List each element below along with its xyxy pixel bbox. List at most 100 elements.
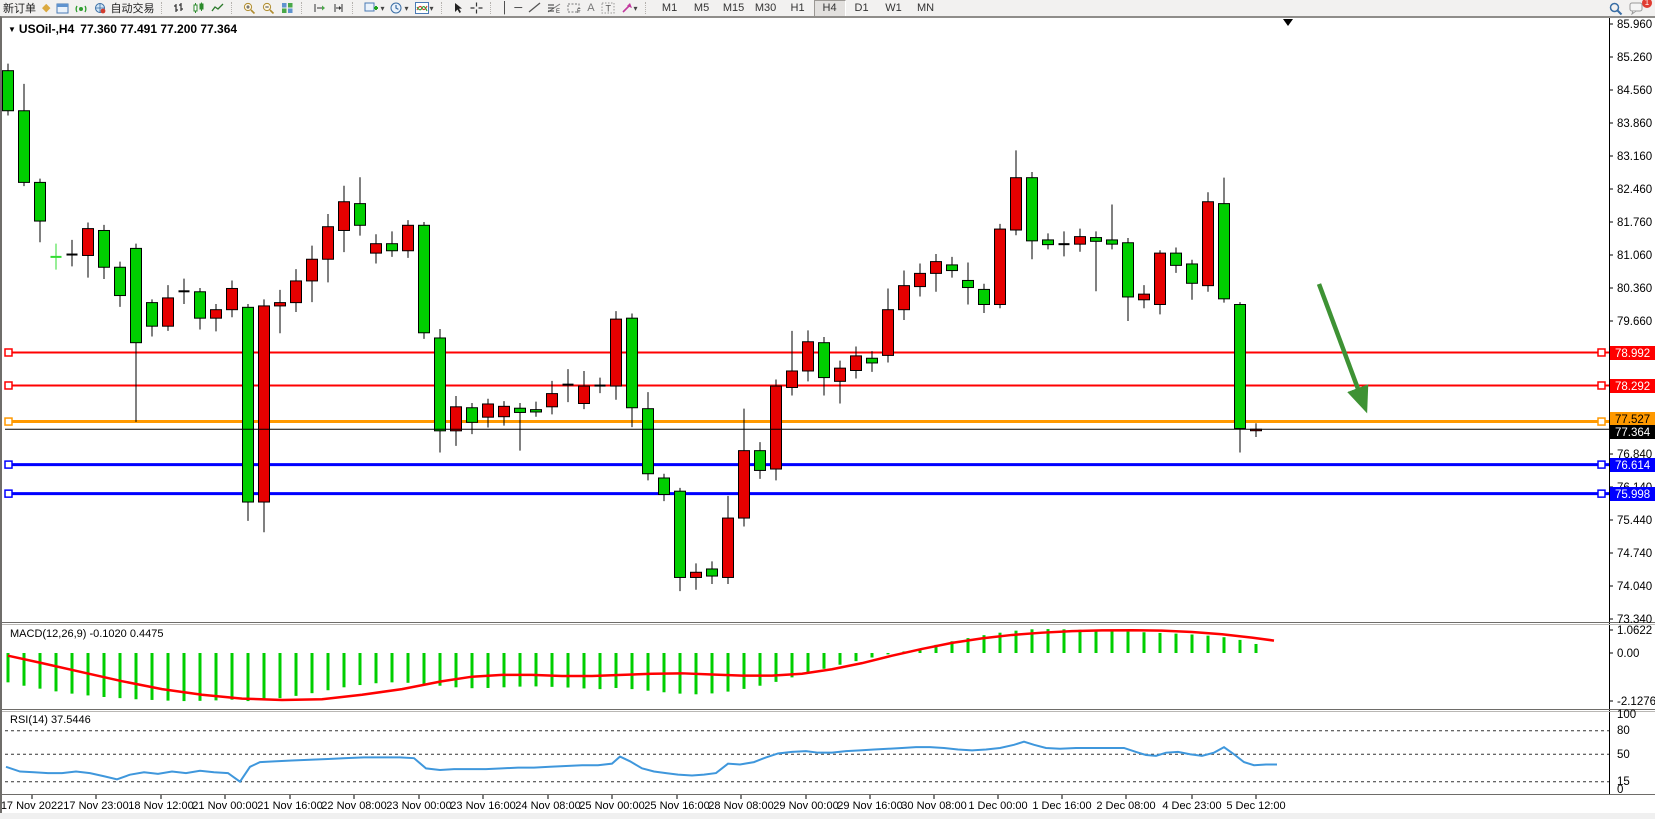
svg-text:1 Dec 00:00: 1 Dec 00:00 — [968, 800, 1027, 812]
svg-text:4 Dec 23:00: 4 Dec 23:00 — [1162, 800, 1221, 812]
svg-text:81.060: 81.060 — [1617, 250, 1652, 262]
svg-text:74.040: 74.040 — [1617, 581, 1652, 593]
cursor-tool-icon[interactable] — [450, 1, 467, 16]
svg-text:2 Dec 08:00: 2 Dec 08:00 — [1096, 800, 1155, 812]
crosshair-tool-icon[interactable] — [467, 1, 486, 16]
toolbar-separator — [645, 2, 651, 14]
horizontal-line-tool-icon[interactable]: ─ — [511, 1, 525, 16]
chart-shift-icon[interactable] — [329, 1, 348, 16]
text-tool-icon[interactable]: A — [584, 1, 597, 16]
toolbar-separator — [231, 2, 237, 14]
toolbar-separator — [161, 2, 167, 14]
timeframe-h1-button[interactable]: H1 — [782, 0, 814, 17]
vertical-line-tool-icon[interactable]: │ — [499, 1, 512, 16]
auto-scroll-icon[interactable] — [310, 1, 329, 16]
svg-text:80.360: 80.360 — [1617, 283, 1652, 295]
svg-text:5 Dec 12:00: 5 Dec 12:00 — [1226, 800, 1285, 812]
chart-shift-marker — [1283, 19, 1293, 26]
svg-text:85.260: 85.260 — [1617, 52, 1652, 64]
tile-windows-icon[interactable] — [278, 1, 297, 16]
line-chart-icon[interactable] — [208, 1, 227, 16]
svg-text:50: 50 — [1617, 749, 1630, 761]
mt4-terminal: 新订单 ◆ 自动交易 — [0, 0, 1655, 819]
toolbar-separator — [352, 2, 358, 14]
svg-text:17 Nov 23:00: 17 Nov 23:00 — [63, 800, 128, 812]
chart-plot-area[interactable]: 85.96085.26084.56083.86083.16082.46081.7… — [2, 17, 1655, 813]
fibonacci-tool-icon[interactable]: E — [544, 1, 564, 16]
svg-text:E: E — [556, 9, 560, 14]
new-chart-button[interactable]: ▾ — [361, 1, 387, 16]
metaeditor-icon[interactable]: ◆ — [39, 1, 53, 16]
svg-text:75.998: 75.998 — [1615, 489, 1650, 501]
svg-text:24 Nov 08:00: 24 Nov 08:00 — [515, 800, 580, 812]
collapse-triangle-icon[interactable]: ▼ — [8, 25, 16, 34]
svg-text:17 Nov 2022: 17 Nov 2022 — [2, 800, 63, 812]
svg-text:85.960: 85.960 — [1617, 19, 1652, 31]
time-axis[interactable]: 17 Nov 202217 Nov 23:0018 Nov 12:0021 No… — [2, 795, 1286, 812]
price-axis[interactable]: 85.96085.26084.56083.86083.16082.46081.7… — [1609, 19, 1655, 626]
svg-text:82.460: 82.460 — [1617, 184, 1652, 196]
svg-text:78.992: 78.992 — [1615, 348, 1650, 360]
svg-text:81.760: 81.760 — [1617, 217, 1652, 229]
notification-badge: 1 — [1642, 0, 1652, 8]
svg-text:F: F — [577, 9, 581, 14]
timeframe-m15-button[interactable]: M15 — [718, 0, 750, 17]
svg-text:76.614: 76.614 — [1615, 460, 1651, 472]
svg-text:21 Nov 16:00: 21 Nov 16:00 — [257, 800, 322, 812]
symbol-period: USOil-,H4 — [19, 22, 74, 36]
indicators-button[interactable]: ▾ — [412, 1, 437, 16]
search-icon[interactable] — [1606, 1, 1626, 16]
timeframe-h4-button[interactable]: H4 — [814, 0, 846, 17]
timeframe-mn-button[interactable]: MN — [910, 0, 942, 17]
svg-text:1 Dec 16:00: 1 Dec 16:00 — [1032, 800, 1091, 812]
svg-text:0: 0 — [1617, 784, 1623, 796]
svg-text:25 Nov 16:00: 25 Nov 16:00 — [644, 800, 709, 812]
svg-text:21 Nov 00:00: 21 Nov 00:00 — [192, 800, 257, 812]
svg-text:79.660: 79.660 — [1617, 316, 1652, 328]
svg-text:80: 80 — [1617, 725, 1630, 737]
svg-text:25 Nov 00:00: 25 Nov 00:00 — [579, 800, 644, 812]
autotrade-label: 自动交易 — [110, 0, 154, 16]
macd-panel: 1.06220.00-2.1276 — [8, 625, 1655, 708]
svg-text:83.860: 83.860 — [1617, 118, 1652, 130]
timeframe-d1-button[interactable]: D1 — [846, 0, 878, 17]
signals-icon[interactable] — [72, 1, 91, 16]
svg-text:18 Nov 12:00: 18 Nov 12:00 — [128, 800, 193, 812]
svg-text:83.160: 83.160 — [1617, 151, 1652, 163]
channel-tool-icon[interactable]: F — [564, 1, 584, 16]
zoom-in-icon[interactable] — [240, 1, 259, 16]
chart-window[interactable]: ▼USOil-,H477.360 77.491 77.200 77.364 MA… — [0, 16, 1655, 813]
timeframe-m1-button[interactable]: M1 — [654, 0, 686, 17]
trendline-tool-icon[interactable] — [525, 1, 544, 16]
svg-text:77.527: 77.527 — [1615, 414, 1650, 426]
svg-text:23 Nov 00:00: 23 Nov 00:00 — [386, 800, 451, 812]
label-tool-icon[interactable]: T — [598, 1, 618, 16]
svg-text:29 Nov 16:00: 29 Nov 16:00 — [837, 800, 902, 812]
svg-text:28 Nov 08:00: 28 Nov 08:00 — [708, 800, 773, 812]
market-watch-icon[interactable] — [53, 1, 72, 16]
autotrade-button[interactable]: 自动交易 — [91, 1, 157, 16]
timeframe-m5-button[interactable]: M5 — [686, 0, 718, 17]
svg-text:77.364: 77.364 — [1615, 427, 1651, 439]
timeframe-w1-button[interactable]: W1 — [878, 0, 910, 17]
svg-text:74.740: 74.740 — [1617, 548, 1652, 560]
svg-text:30 Nov 08:00: 30 Nov 08:00 — [901, 800, 966, 812]
svg-text:22 Nov 08:00: 22 Nov 08:00 — [321, 800, 386, 812]
candlesticks — [3, 64, 1262, 592]
candlestick-chart-icon[interactable] — [189, 1, 208, 16]
macd-label: MACD(12,26,9) -0.1020 0.4475 — [10, 628, 163, 640]
svg-text:1.0622: 1.0622 — [1617, 625, 1652, 637]
svg-text:23 Nov 16:00: 23 Nov 16:00 — [450, 800, 515, 812]
chart-symbol-line: ▼USOil-,H477.360 77.491 77.200 77.364 — [8, 22, 237, 36]
bar-chart-icon[interactable] — [170, 1, 189, 16]
svg-text:78.292: 78.292 — [1615, 381, 1650, 393]
new-order-button[interactable]: 新订单 — [0, 1, 39, 16]
notifications-icon[interactable]: 1 — [1626, 1, 1647, 16]
zoom-out-icon[interactable] — [259, 1, 278, 16]
svg-text:100: 100 — [1617, 709, 1636, 721]
periods-button[interactable]: ▾ — [387, 1, 411, 16]
arrows-tool-button[interactable]: ▾ — [618, 1, 641, 16]
svg-text:-2.1276: -2.1276 — [1617, 696, 1655, 708]
timeframe-m30-button[interactable]: M30 — [750, 0, 782, 17]
trend-arrow-annotation[interactable] — [1319, 284, 1364, 405]
